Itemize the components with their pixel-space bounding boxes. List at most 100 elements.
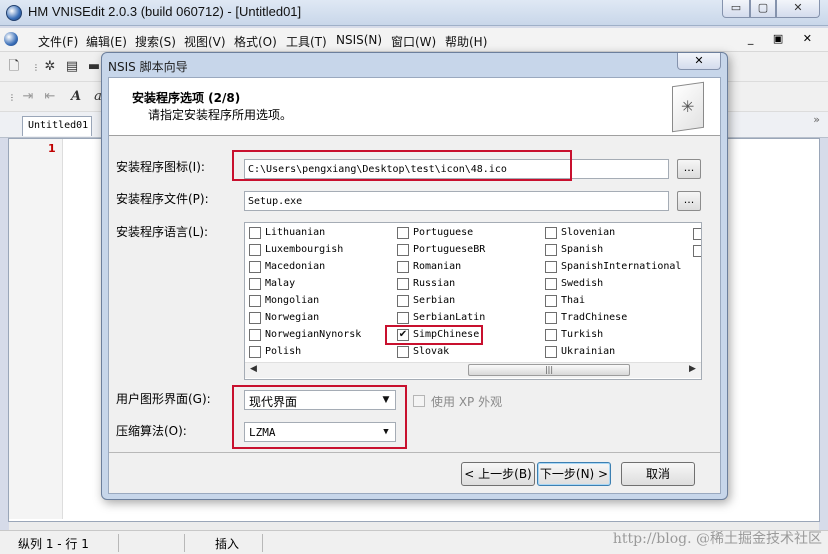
cancel-button[interactable]: 取消 [621,462,695,486]
compression-label: 压缩算法(O): [116,424,187,438]
checkbox-icon[interactable] [545,244,557,256]
wizard-icon[interactable]: ✲ [42,59,58,75]
checkbox-icon[interactable] [545,261,557,273]
checkbox-icon[interactable] [397,261,409,273]
watermark: http://blog. @稀土掘金技术社区 [612,531,822,547]
language-checkbox-partial[interactable] [693,245,701,257]
insert-mode: 插入 [215,537,240,551]
checkbox-icon[interactable] [249,329,261,341]
checkbox-icon[interactable] [249,312,261,324]
line-gutter [9,139,63,519]
checkbox-icon[interactable] [397,346,409,358]
language-option[interactable]: Norwegian [249,310,389,326]
tab-scroll-icon[interactable]: » [813,113,820,126]
language-option[interactable]: Turkish [545,327,685,343]
new-file-icon[interactable]: 🗋 [6,59,22,75]
language-option[interactable]: Russian [397,276,537,292]
language-option[interactable]: Portuguese [397,225,537,241]
status-divider [118,534,119,552]
checkbox-icon[interactable] [249,244,261,256]
dialog-close-button[interactable]: ✕ [677,53,721,70]
gui-label: 用户图形界面(G): [116,392,211,406]
checkbox-icon[interactable] [545,278,557,290]
language-option-label: Luxembourgish [265,244,344,255]
checkbox-icon[interactable] [545,346,557,358]
language-option-label: PortugueseBR [413,244,486,255]
dialog-separator [109,452,720,453]
language-option-label: Russian [413,278,456,289]
checkbox-icon[interactable] [249,278,261,290]
menu-window[interactable]: 窗口(W) [391,33,436,50]
checkbox-icon[interactable] [545,329,557,341]
menu-search[interactable]: 搜索(S) [135,33,176,50]
browse-file-button[interactable]: ... [677,191,701,211]
language-option-label: Polish [265,346,302,357]
language-option-label: Swedish [561,278,604,289]
open-folder-icon[interactable]: ▬ [86,59,102,75]
language-checkbox-partial[interactable] [693,228,701,240]
language-option[interactable]: TradChinese [545,310,685,326]
xp-style-checkbox[interactable] [413,395,425,407]
language-option[interactable]: Swedish [545,276,685,292]
close-button[interactable]: ✕ [776,0,820,18]
mdi-window-controls[interactable]: _ ▣ ✕ [748,32,820,45]
status-divider [262,534,263,552]
app-icon [6,5,22,21]
menu-nsis[interactable]: NSIS(N) [336,33,382,47]
outdent-icon[interactable]: ⇤ [42,89,58,105]
indent-icon[interactable]: ⇥ [20,89,36,105]
scroll-left-icon[interactable]: ◀ [250,364,257,374]
language-option[interactable]: Luxembourgish [249,242,389,258]
menu-file[interactable]: 文件(F) [38,33,78,50]
checkbox-icon[interactable] [397,244,409,256]
menu-format[interactable]: 格式(O) [234,33,277,50]
language-option[interactable]: Serbian [397,293,537,309]
language-option[interactable]: PortugueseBR [397,242,537,258]
template-icon[interactable]: ▤ [64,59,80,75]
language-option[interactable]: Slovenian [545,225,685,241]
checkbox-icon[interactable] [545,295,557,307]
checkbox-icon[interactable] [397,295,409,307]
language-option[interactable]: NorwegianNynorsk [249,327,389,343]
browse-icon-button[interactable]: ... [677,159,701,179]
checkbox-icon[interactable] [249,261,261,273]
minimize-button[interactable]: ▭ [722,0,750,18]
language-option[interactable]: Ukrainian [545,344,685,360]
tab-untitled01[interactable]: Untitled01 [22,116,92,136]
scrollbar-thumb[interactable]: ||| [468,364,630,376]
checkbox-icon[interactable] [397,227,409,239]
checkbox-icon[interactable] [249,295,261,307]
language-option[interactable]: Romanian [397,259,537,275]
menu-tools[interactable]: 工具(T) [286,33,327,50]
language-option[interactable]: Malay [249,276,389,292]
language-option[interactable]: SpanishInternational [545,259,685,275]
installer-icon-label: 安装程序图标(I): [116,160,205,174]
document-icon[interactable] [4,32,18,46]
next-button[interactable]: 下一步(N) > [537,462,611,486]
font-icon[interactable]: A [68,89,84,105]
xp-style-label: 使用 XP 外观 [431,395,503,409]
back-button[interactable]: < 上一步(B) [461,462,535,486]
language-option[interactable]: Spanish [545,242,685,258]
checkbox-icon[interactable] [249,346,261,358]
checkbox-icon[interactable] [249,227,261,239]
checkbox-icon[interactable] [397,278,409,290]
language-option[interactable]: Lithuanian [249,225,389,241]
installer-file-field[interactable]: Setup.exe [244,191,669,211]
language-option[interactable]: Macedonian [249,259,389,275]
scroll-right-icon[interactable]: ▶ [689,364,696,374]
maximize-button[interactable]: ▢ [750,0,776,18]
language-option-label: Thai [561,295,586,306]
language-option[interactable]: SerbianLatin [397,310,537,326]
menu-edit[interactable]: 编辑(E) [86,33,127,50]
menu-bar: 文件(F) 编辑(E) 搜索(S) 视图(V) 格式(O) 工具(T) NSIS… [0,28,828,52]
language-option[interactable]: Polish [249,344,389,360]
language-option[interactable]: Slovak [397,344,537,360]
checkbox-icon[interactable] [545,227,557,239]
language-option[interactable]: Mongolian [249,293,389,309]
checkbox-icon[interactable] [545,312,557,324]
menu-help[interactable]: 帮助(H) [445,33,487,50]
menu-view[interactable]: 视图(V) [184,33,226,50]
checkbox-icon[interactable] [397,312,409,324]
language-option[interactable]: Thai [545,293,685,309]
